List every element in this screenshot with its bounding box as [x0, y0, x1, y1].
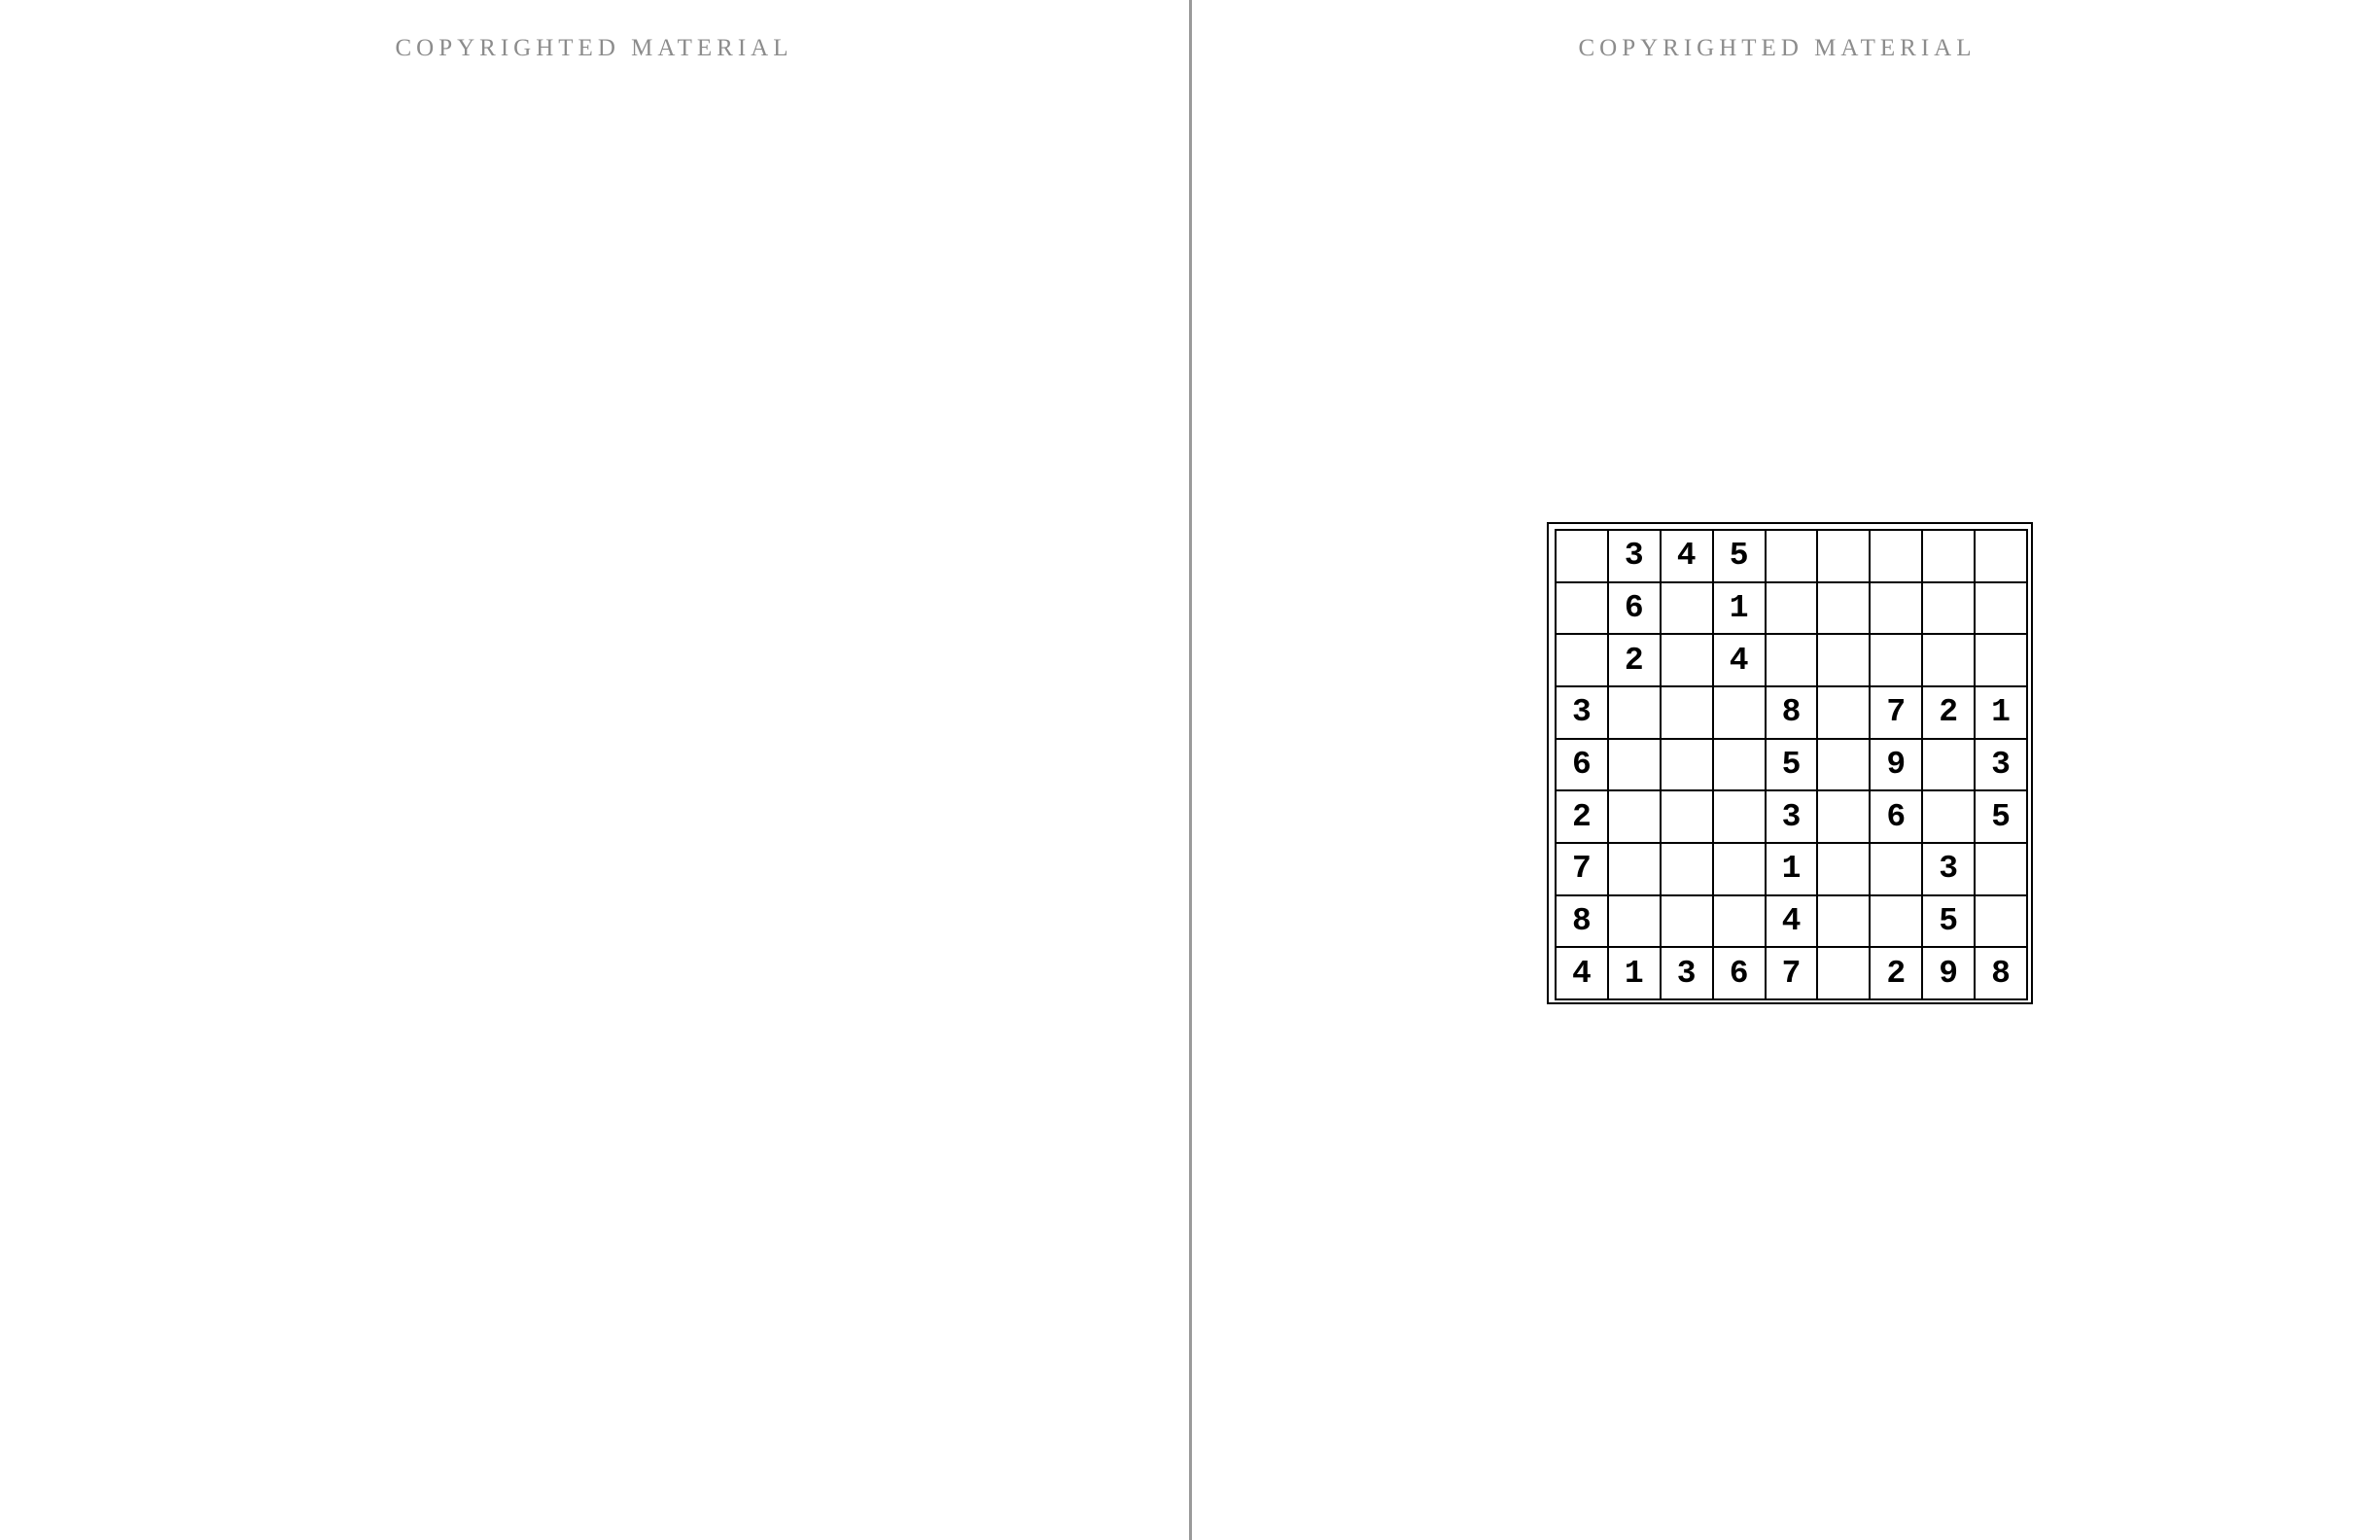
sudoku-cell: 1: [1713, 582, 1767, 636]
sudoku-cell: [1661, 895, 1714, 949]
sudoku-cell: [1923, 582, 1977, 636]
sudoku-cell: 3: [1608, 531, 1662, 583]
sudoku-cell: 2: [1871, 948, 1924, 1000]
sudoku-cell: [1976, 635, 2028, 687]
sudoku-cell: 8: [1557, 895, 1609, 949]
sudoku-cell: [1713, 687, 1767, 740]
sudoku-cell: 1: [1608, 948, 1662, 1000]
sudoku-cell: 8: [1766, 687, 1819, 740]
sudoku-cell: [1976, 844, 2028, 896]
sudoku-cell: 5: [1766, 739, 1819, 792]
sudoku-cell: [1818, 531, 1872, 583]
sudoku-cell: [1608, 791, 1662, 844]
sudoku-cell: [1818, 791, 1872, 844]
sudoku-cell: [1608, 739, 1662, 792]
sudoku-cell: [1818, 948, 1872, 1000]
sudoku-cell: [1557, 531, 1609, 583]
sudoku-cell: [1871, 582, 1924, 636]
sudoku-cell: [1976, 531, 2028, 583]
sudoku-cell: 4: [1557, 948, 1609, 1000]
sudoku-cell: 4: [1661, 531, 1714, 583]
sudoku-cell: [1923, 739, 1977, 792]
sudoku-cell: [1661, 687, 1714, 740]
sudoku-cell: 6: [1557, 739, 1609, 792]
sudoku-cell: 3: [1976, 739, 2028, 792]
sudoku-cell: 7: [1871, 687, 1924, 740]
sudoku-cell: 4: [1713, 635, 1767, 687]
sudoku-cell: 3: [1661, 948, 1714, 1000]
sudoku-cell: 2: [1923, 687, 1977, 740]
right-page-header: COPYRIGHTED MATERIAL: [1578, 35, 1977, 61]
sudoku-cell: [1661, 582, 1714, 636]
sudoku-cell: [1557, 635, 1609, 687]
sudoku-cell: [1713, 844, 1767, 896]
sudoku-cell: 7: [1557, 844, 1609, 896]
sudoku-cell: [1661, 739, 1714, 792]
sudoku-cell: [1661, 635, 1714, 687]
sudoku-cell: [1713, 739, 1767, 792]
sudoku-cell: [1608, 844, 1662, 896]
sudoku-cell: [1871, 531, 1924, 583]
sudoku-cell: 9: [1871, 739, 1924, 792]
sudoku-cell: [1713, 895, 1767, 949]
left-page-header: COPYRIGHTED MATERIAL: [395, 35, 793, 61]
sudoku-cell: [1661, 844, 1714, 896]
sudoku-cell: [1976, 582, 2028, 636]
sudoku-cell: 8: [1976, 948, 2028, 1000]
sudoku-cell: 5: [1713, 531, 1767, 583]
sudoku-cell: 4: [1766, 895, 1819, 949]
sudoku-cell: 3: [1923, 844, 1977, 896]
sudoku-cell: [1923, 531, 1977, 583]
sudoku-cell: [1766, 531, 1819, 583]
sudoku-cell: [1608, 687, 1662, 740]
sudoku-cell: [1608, 895, 1662, 949]
sudoku-cell: [1766, 582, 1819, 636]
sudoku-cell: 5: [1923, 895, 1977, 949]
sudoku-cell: [1871, 635, 1924, 687]
sudoku-cell: 7: [1766, 948, 1819, 1000]
sudoku-cell: [1766, 635, 1819, 687]
sudoku-cell: [1713, 791, 1767, 844]
sudoku-cell: 1: [1976, 687, 2028, 740]
sudoku-cell: [1871, 895, 1924, 949]
sudoku-cell: 6: [1871, 791, 1924, 844]
sudoku-cell: [1923, 635, 1977, 687]
sudoku-cell: [1923, 791, 1977, 844]
sudoku-grid: 3456124387216593236571384541367298: [1555, 529, 2028, 1000]
sudoku-cell: [1976, 895, 2028, 949]
sudoku-cell: [1818, 582, 1872, 636]
sudoku-cell: [1818, 739, 1872, 792]
sudoku-cell: 3: [1766, 791, 1819, 844]
sudoku-cell: [1557, 582, 1609, 636]
sudoku-cell: 9: [1923, 948, 1977, 1000]
sudoku-cell: [1818, 844, 1872, 896]
sudoku-cell: 2: [1557, 791, 1609, 844]
sudoku-cell: [1661, 791, 1714, 844]
sudoku-cell: 2: [1608, 635, 1662, 687]
sudoku-cell: 3: [1557, 687, 1609, 740]
sudoku-cell: [1871, 844, 1924, 896]
sudoku-cell: [1818, 895, 1872, 949]
sudoku-cell: 1: [1766, 844, 1819, 896]
sudoku-cell: [1818, 635, 1872, 687]
sudoku-cell: [1818, 687, 1872, 740]
sudoku-cell: 5: [1976, 791, 2028, 844]
sudoku-cell: 6: [1608, 582, 1662, 636]
left-page: COPYRIGHTED MATERIAL: [0, 0, 1190, 1540]
sudoku-cell: 6: [1713, 948, 1767, 1000]
